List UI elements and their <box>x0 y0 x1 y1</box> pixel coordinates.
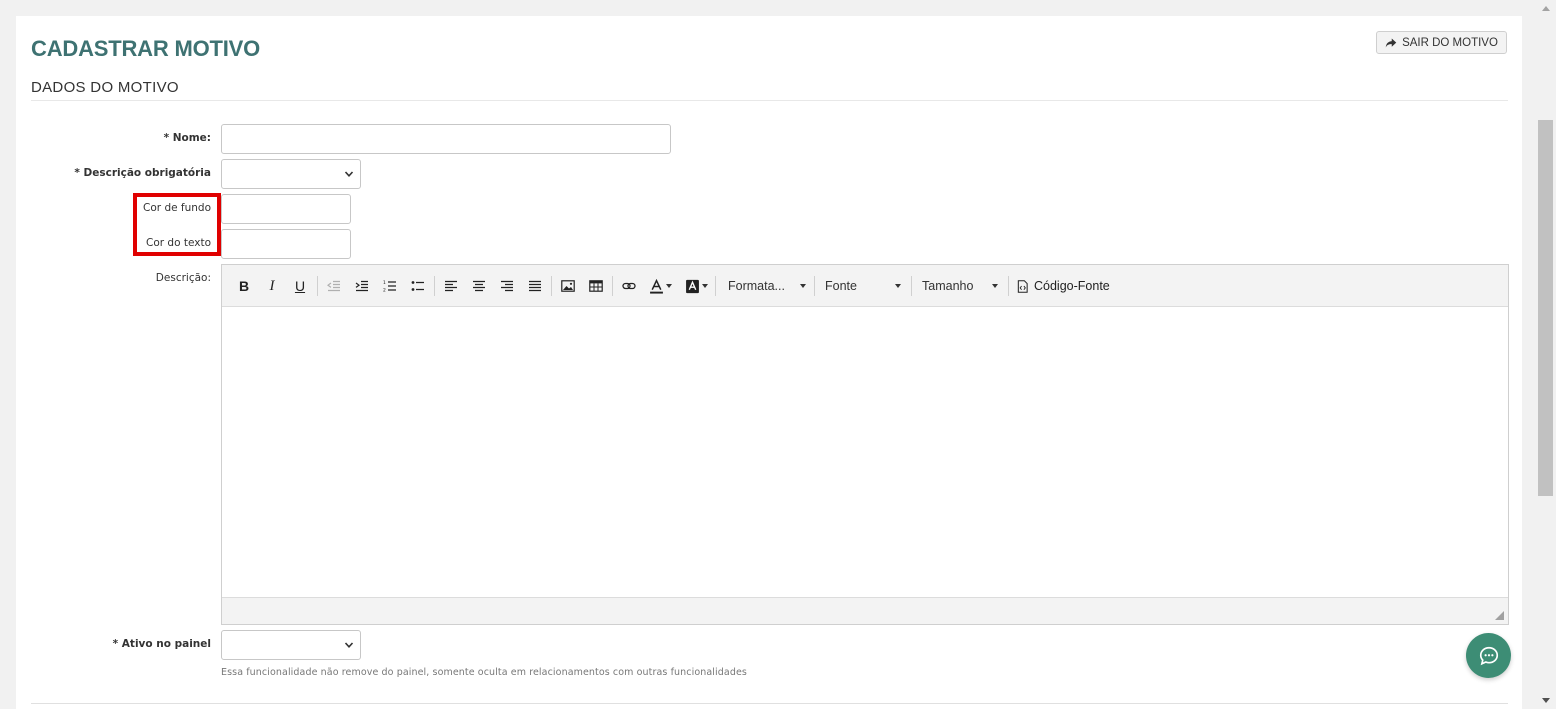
insert-table-button[interactable] <box>585 275 607 297</box>
resize-handle-icon[interactable] <box>1495 611 1504 620</box>
rich-text-editor: B I U 12 Formata... Fonte Tamanho Código… <box>221 264 1509 625</box>
toolbar-separator <box>612 276 613 296</box>
toolbar-separator <box>434 276 435 296</box>
editor-statusbar <box>222 597 1508 624</box>
chevron-down-icon <box>895 284 901 288</box>
nome-label-text: Nome: <box>172 132 211 144</box>
align-right-icon <box>501 280 513 292</box>
required-mark: * <box>112 638 119 650</box>
nome-input[interactable] <box>221 124 671 154</box>
share-icon <box>1385 38 1397 47</box>
descricao-obrigatoria-label-text: Descrição obrigatória <box>83 167 211 179</box>
toolbar-separator <box>1008 276 1009 296</box>
size-dropdown-label: Tamanho <box>922 279 974 293</box>
format-dropdown[interactable]: Formata... <box>728 275 806 297</box>
svg-text:1: 1 <box>383 280 386 286</box>
background-color-icon <box>685 279 699 293</box>
align-justify-icon <box>529 280 541 292</box>
align-right-button[interactable] <box>496 275 518 297</box>
scroll-up-arrow-icon[interactable] <box>1542 6 1550 11</box>
outdent-button[interactable] <box>323 275 345 297</box>
bullet-list-icon <box>411 281 424 291</box>
vertical-scrollbar[interactable] <box>1537 0 1556 709</box>
scroll-down-arrow-icon[interactable] <box>1542 698 1550 703</box>
svg-text:2: 2 <box>383 288 386 294</box>
size-dropdown[interactable]: Tamanho <box>922 275 998 297</box>
section-title: DADOS DO MOTIVO <box>31 79 179 96</box>
toolbar-separator <box>317 276 318 296</box>
section-divider <box>31 100 1508 101</box>
text-color-button[interactable] <box>646 275 674 297</box>
chat-icon <box>1479 646 1498 665</box>
chevron-down-icon <box>344 171 354 177</box>
editor-content-area[interactable] <box>222 307 1508 597</box>
align-center-button[interactable] <box>468 275 490 297</box>
indent-icon <box>355 280 368 292</box>
numbered-list-button[interactable]: 12 <box>379 275 401 297</box>
text-color-icon <box>649 278 663 294</box>
exit-motive-button[interactable]: SAIR DO MOTIVO <box>1376 31 1507 54</box>
bold-button[interactable]: B <box>234 275 254 297</box>
nome-label: * Nome: <box>164 132 211 144</box>
insert-link-button[interactable] <box>618 275 640 297</box>
chevron-down-icon <box>344 642 354 648</box>
descricao-obrigatoria-select[interactable] <box>221 159 361 189</box>
table-icon <box>589 280 603 292</box>
bullet-list-button[interactable] <box>407 275 429 297</box>
image-icon <box>561 280 575 292</box>
ativo-painel-select[interactable] <box>221 630 361 660</box>
indent-button[interactable] <box>351 275 373 297</box>
font-dropdown[interactable]: Fonte <box>825 275 901 297</box>
scrollbar-thumb[interactable] <box>1538 120 1553 496</box>
cor-fundo-input[interactable] <box>221 194 351 224</box>
chevron-down-icon <box>665 284 672 288</box>
required-mark: * <box>74 167 80 179</box>
ativo-painel-label-text: Ativo no painel <box>121 638 211 650</box>
numbered-list-icon: 12 <box>383 280 396 294</box>
format-dropdown-label: Formata... <box>728 279 785 293</box>
ativo-painel-label: * Ativo no painel <box>113 638 211 650</box>
exit-button-label: SAIR DO MOTIVO <box>1402 36 1498 49</box>
chat-button[interactable] <box>1466 633 1511 678</box>
toolbar-separator <box>551 276 552 296</box>
editor-toolbar: B I U 12 Formata... Fonte Tamanho Código… <box>222 265 1508 307</box>
chevron-down-icon <box>701 284 708 288</box>
underline-button[interactable]: U <box>290 275 310 297</box>
required-mark: * <box>163 132 170 144</box>
bottom-divider <box>31 703 1508 704</box>
italic-button[interactable]: I <box>262 275 282 297</box>
chevron-down-icon <box>800 284 806 288</box>
align-left-button[interactable] <box>440 275 462 297</box>
align-left-icon <box>445 280 457 292</box>
background-color-button[interactable] <box>682 275 710 297</box>
toolbar-separator <box>715 276 716 296</box>
descricao-label: Descrição: <box>155 272 211 284</box>
toolbar-separator <box>814 276 815 296</box>
font-dropdown-label: Fonte <box>825 279 857 293</box>
insert-image-button[interactable] <box>557 275 579 297</box>
highlight-box <box>133 193 221 256</box>
source-code-button[interactable]: Código-Fonte <box>1016 275 1112 297</box>
cor-texto-input[interactable] <box>221 229 351 259</box>
toolbar-separator <box>911 276 912 296</box>
link-icon <box>622 282 636 290</box>
chevron-down-icon <box>992 284 998 288</box>
ativo-painel-help-text: Essa funcionalidade não remove do painel… <box>221 667 747 678</box>
align-center-icon <box>473 280 485 292</box>
source-code-icon <box>1017 279 1028 293</box>
align-justify-button[interactable] <box>524 275 546 297</box>
page-title: CADASTRAR MOTIVO <box>31 36 261 61</box>
outdent-icon <box>327 280 340 292</box>
descricao-obrigatoria-label: * Descrição obrigatória <box>74 167 211 179</box>
source-code-label: Código-Fonte <box>1034 279 1110 293</box>
